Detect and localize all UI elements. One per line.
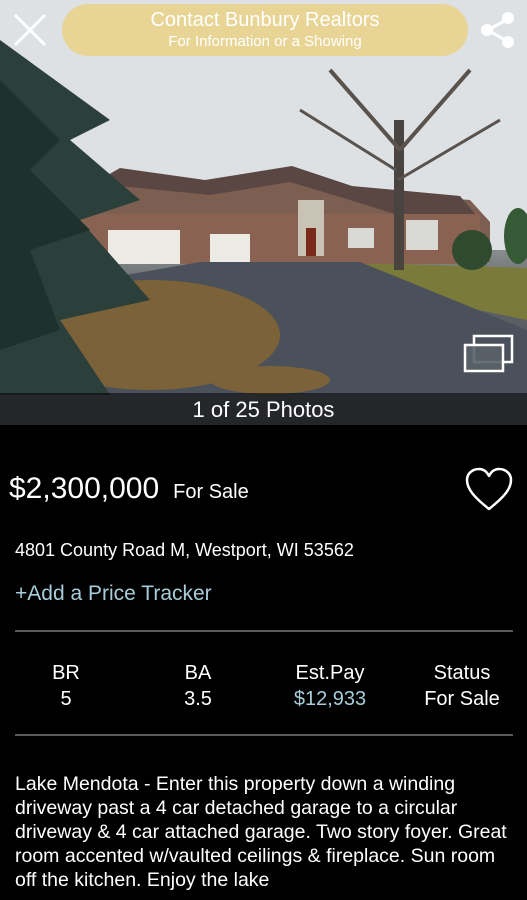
stat-est-payment[interactable]: Est.Pay $12,933 <box>270 660 390 712</box>
contact-subtitle: For Information or a Showing <box>168 33 362 50</box>
add-price-tracker-link[interactable]: +Add a Price Tracker <box>15 582 212 606</box>
stat-value: 5 <box>60 688 72 710</box>
stat-label: BA <box>184 662 212 684</box>
stat-status: Status For Sale <box>402 660 522 712</box>
stat-label: Est.Pay <box>295 662 365 684</box>
stat-label: BR <box>52 662 80 684</box>
contact-realtor-button[interactable]: Contact Bunbury Realtors For Information… <box>62 4 468 56</box>
stat-bathrooms: BA 3.5 <box>138 660 258 712</box>
price-row: $2,300,000 For Sale <box>9 472 249 506</box>
house-photo-illustration <box>0 0 527 395</box>
close-button[interactable] <box>10 10 50 50</box>
stat-bedrooms: BR 5 <box>6 660 126 712</box>
stat-value: For Sale <box>424 688 500 710</box>
stat-label: Status <box>433 662 491 684</box>
sale-status-label: For Sale <box>173 481 249 503</box>
listing-address: 4801 County Road M, Westport, WI 53562 <box>15 540 354 560</box>
favorite-button[interactable] <box>464 467 514 513</box>
share-icon <box>481 12 514 48</box>
gallery-button[interactable] <box>462 334 516 374</box>
stat-value: 3.5 <box>184 688 212 710</box>
contact-title: Contact Bunbury Realtors <box>150 9 380 31</box>
divider-top <box>15 630 513 632</box>
stats-row: BR 5 BA 3.5 Est.Pay $12,933 Status For S… <box>0 660 527 720</box>
heart-icon <box>465 467 513 511</box>
est-payment-value[interactable]: $12,933 <box>270 686 390 712</box>
gallery-icon <box>463 334 514 373</box>
divider-bottom <box>15 734 513 736</box>
listing-price: $2,300,000 <box>9 472 160 505</box>
listing-description: Lake Mendota - Enter this property down … <box>15 773 507 891</box>
photo-counter: 1 of 25 Photos <box>0 393 527 425</box>
listing-photo[interactable]: Contact Bunbury Realtors For Information… <box>0 0 527 425</box>
close-icon <box>13 13 47 47</box>
share-button[interactable] <box>476 8 520 52</box>
top-bar: Contact Bunbury Realtors For Information… <box>0 0 527 58</box>
